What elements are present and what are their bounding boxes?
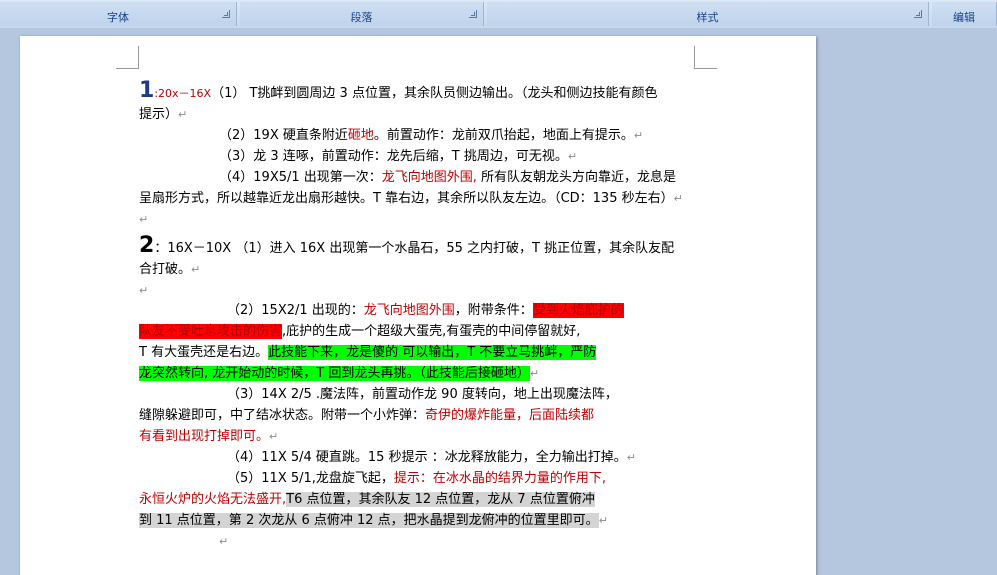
s1-line-1: 1:20x－16X（1） T挑衅到圆周边 3 点位置，其余队员侧边输出。（龙头和…	[139, 78, 699, 104]
s2-p2-line-4: 龙突然转向, 龙开始动的时候，T 回到龙头再挑。（此技能后接砸地）↵	[139, 363, 699, 384]
paragraph-mark: ↵	[269, 430, 279, 443]
s2-p2-red: 龙飞向地图外围	[363, 303, 455, 318]
s2-p2-line-3: T 有大蛋壳还是右边。此技能下来，龙是傻的 可以输出，T 不要立马挑衅，严防	[139, 342, 699, 363]
s1-blank-line: ↵	[139, 209, 699, 229]
ribbon-group-font: 字体	[0, 2, 237, 26]
s1-text-3a: （2）19X 硬直条附近	[219, 128, 348, 143]
s2-p2-line-2: 队友不受吐息攻击的伤害,庇护的生成一个超级大蛋壳,有蛋壳的中间停留就好,	[139, 321, 699, 342]
paragraph-mark: ↵	[139, 284, 149, 297]
s2-p3-line-3: 有看到出现打掉即可。↵	[139, 426, 699, 447]
ribbon-group-font-label: 字体	[107, 11, 129, 24]
s1-time-range: :20x－16X	[154, 87, 212, 100]
s2-p2-text-a: （2）15X2/1 出现的：	[227, 303, 364, 318]
s1-line-5: （4）19X5/1 出现第一次：龙飞向地图外围, 所有队友朝龙头方向靠近，龙息是	[139, 167, 699, 188]
s2-p3-line-1: （3）14X 2/5 .魔法阵，前置动作龙 90 度转向，地上出现魔法阵，	[139, 384, 699, 405]
s2-p2-text-d: T 有大蛋壳还是右边。	[139, 345, 269, 360]
s2-p5-line-2: 永恒火炉的火焰无法盛开,T6 点位置，其余队友 12 点位置，龙从 7 点位置俯…	[139, 489, 699, 510]
s1-line-4: （3）龙 3 连啄，前置动作：龙先后缩，T 挑周边，可无视。↵	[139, 146, 699, 167]
s1-text-3b: 。前置动作：龙前双爪抬起，地面上有提示。	[373, 128, 634, 143]
paragraph-mark: ↵	[139, 213, 149, 226]
document-workspace[interactable]: 1:20x－16X（1） T挑衅到圆周边 3 点位置，其余队员侧边输出。（龙头和…	[0, 28, 997, 575]
s2-p5-highlight-gray-1: T6 点位置，其余队友 12 点位置，龙从 7 点位置俯冲	[286, 492, 595, 507]
s2-blank-line-end: ↵	[139, 531, 699, 552]
s1-text-6: 呈扇形方式，所以越靠近龙出扇形越快。T 靠右边，其余所以队友左边。（CD：135…	[139, 191, 674, 206]
s1-text-1: （1） T挑衅到圆周边 3 点位置，其余队员侧边输出。（龙头和侧边技能有颜色	[211, 86, 658, 101]
s2-p4-line-1: （4）11X 5/4 硬直跳。15 秒提示 ：冰龙释放能力，全力输出打掉。↵	[139, 447, 699, 468]
s2-p3-text-a: （3）14X 2/5 .魔法阵，前置动作龙 90 度转向，地上出现魔法阵，	[227, 387, 618, 402]
s2-p4-text: （4）11X 5/4 硬直跳。15 秒提示 ：冰龙释放能力，全力输出打掉。	[227, 450, 627, 465]
s2-p3-line-2: 缝隙躲避即可，中了结冰状态。附带一个小炸弹：奇伊的爆炸能量，后面陆续都	[139, 405, 699, 426]
s1-line-2: 提示）↵	[139, 104, 699, 125]
paragraph-mark: ↵	[567, 150, 578, 163]
s1-line-6: 呈扇形方式，所以越靠近龙出扇形越快。T 靠右边，其余所以队友左边。（CD：135…	[139, 188, 699, 209]
crop-mark-top-right	[694, 46, 717, 69]
paragraph-mark: ↵	[633, 129, 644, 142]
s2-p5-text-a: （5）11X 5/1,龙盘旋飞起，	[227, 471, 394, 486]
s2-p2-highlight-red-1: 受到火焰庇护的	[532, 303, 624, 318]
s2-blank-line: ↵	[139, 280, 699, 300]
s2-p2-highlight-green-1: 此技能下来，龙是傻的 可以输出，T 不要立马挑衅，严防	[268, 345, 597, 360]
paragraph-mark: ↵	[598, 514, 608, 527]
s1-text-5-red: 龙飞向地图外围,	[381, 170, 477, 185]
paragraph-mark: ↵	[178, 108, 188, 121]
paragraph-mark: ↵	[673, 192, 683, 205]
ribbon-group-paragraph: 段落	[240, 2, 484, 26]
s2-p5-red-2: 永恒火炉的火焰无法盛开,	[139, 492, 287, 507]
s2-p5-red-1: 提示：在冰水晶的结界力量的作用下,	[393, 471, 607, 486]
font-dialog-launcher-icon[interactable]	[222, 10, 230, 18]
s1-text-4: （3）龙 3 连啄，前置动作：龙先后缩，T 挑周边，可无视。	[219, 149, 568, 164]
document-body[interactable]: 1:20x－16X（1） T挑衅到圆周边 3 点位置，其余队员侧边输出。（龙头和…	[139, 78, 699, 552]
s1-text-2: 提示）	[139, 107, 179, 122]
s2-p2-highlight-green-2: 龙突然转向, 龙开始动的时候，T 回到龙头再挑。（此技能后接砸地）	[139, 366, 530, 381]
ribbon-group-editing[interactable]: 编辑	[932, 2, 997, 26]
ribbon-group-styles-label: 样式	[696, 11, 719, 24]
paragraph-mark: ↵	[529, 367, 540, 380]
s2-p5-line-1: （5）11X 5/1,龙盘旋飞起，提示：在冰水晶的结界力量的作用下,	[139, 468, 699, 489]
ribbon-group-paragraph-label: 段落	[350, 11, 373, 24]
s2-p5-line-3: 到 11 点位置，第 2 次龙从 6 点俯冲 12 点，把水晶提到龙俯冲的位置里…	[139, 510, 699, 531]
s2-line-2: 合打破。↵	[139, 259, 699, 280]
paragraph-mark: ↵	[219, 535, 229, 548]
s2-p3-red-1: 奇伊的爆炸能量，后面陆续都	[425, 408, 595, 423]
s1-text-3-red: 砸地	[347, 128, 374, 143]
section-2-number: 2	[139, 233, 155, 258]
paragraph-mark: ↵	[191, 263, 201, 276]
s2-p3-text-b: 缝隙躲避即可，中了结冰状态。附带一个小炸弹：	[139, 408, 426, 423]
paragraph-dialog-launcher-icon[interactable]	[469, 10, 477, 18]
s2-p3-red-2: 有看到出现打掉即可。	[139, 429, 270, 444]
crop-mark-top-left	[116, 46, 139, 69]
document-page[interactable]: 1:20x－16X（1） T挑衅到圆周边 3 点位置，其余队员侧边输出。（龙头和…	[20, 36, 816, 575]
s2-p2-text-b: ，附带条件：	[454, 303, 533, 318]
paragraph-mark: ↵	[626, 451, 636, 464]
ribbon-group-styles: 样式	[487, 2, 929, 26]
s2-line-1: 2：16X－10X （1）进入 16X 出现第一个水晶石，55 之内打破，T 挑…	[139, 233, 699, 259]
s1-text-5a: （4）19X5/1 出现第一次：	[219, 170, 382, 185]
s2-p5-highlight-gray-2: 到 11 点位置，第 2 次龙从 6 点俯冲 12 点，把水晶提到龙俯冲的位置里…	[139, 513, 599, 528]
s2-p2-highlight-red-2: 队友不受吐息攻击的伤害	[139, 324, 283, 339]
s1-line-3: （2）19X 硬直条附近砸地。前置动作：龙前双爪抬起，地面上有提示。↵	[139, 125, 699, 146]
s1-text-5b: 所有队友朝龙头方向靠近，龙息是	[476, 170, 677, 185]
s2-text-2: 合打破。	[139, 262, 192, 277]
s2-p2-text-c: ,庇护的生成一个超级大蛋壳,有蛋壳的中间停留就好,	[282, 324, 581, 339]
section-1-number: 1	[139, 78, 155, 103]
ribbon-group-bar: 字体 段落 样式 编辑	[0, 0, 997, 29]
s2-p2-line-1: （2）15X2/1 出现的：龙飞向地图外围，附带条件：受到火焰庇护的	[139, 300, 699, 321]
ribbon-group-editing-label: 编辑	[953, 11, 975, 24]
s2-text-1: ：16X－10X （1）进入 16X 出现第一个水晶石，55 之内打破，T 挑正…	[154, 241, 675, 256]
styles-dialog-launcher-icon[interactable]	[914, 10, 922, 18]
